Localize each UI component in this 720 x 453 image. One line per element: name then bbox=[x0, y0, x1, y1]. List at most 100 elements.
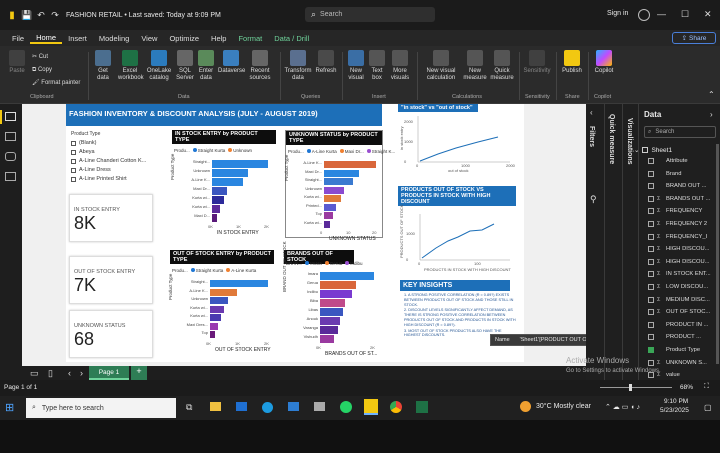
bar[interactable] bbox=[324, 203, 336, 211]
outlook-icon[interactable] bbox=[236, 402, 247, 411]
checkbox-icon[interactable] bbox=[648, 158, 654, 164]
file-explorer-icon[interactable] bbox=[210, 402, 221, 411]
data-field[interactable]: PRODUCT ... bbox=[648, 334, 701, 341]
checkbox-icon[interactable] bbox=[648, 321, 654, 328]
bar[interactable] bbox=[320, 335, 334, 343]
menu-data-drill[interactable]: Data / Drill bbox=[268, 34, 315, 43]
data-field[interactable]: Σ LOW DISCOU... bbox=[648, 284, 708, 290]
taskbar-search[interactable]: ⌕ Type here to search bbox=[26, 398, 176, 418]
onelake-button[interactable]: OneLake catalog bbox=[146, 50, 172, 82]
bar[interactable] bbox=[210, 322, 218, 330]
bar[interactable] bbox=[324, 178, 353, 185]
data-field[interactable]: Σ MEDIUM DISC... bbox=[648, 296, 710, 303]
menu-format[interactable]: Format bbox=[232, 34, 268, 43]
zoom-slider-thumb[interactable] bbox=[629, 384, 632, 391]
model-view-icon[interactable] bbox=[5, 152, 16, 161]
bar[interactable] bbox=[212, 178, 243, 186]
quick-measure-pane-tab[interactable]: Quick measure bbox=[608, 114, 615, 164]
bar[interactable] bbox=[212, 169, 248, 177]
report-view-icon[interactable] bbox=[5, 112, 16, 121]
data-field[interactable]: Σ IN STOCK ENT... bbox=[648, 271, 711, 278]
checkbox-icon[interactable] bbox=[648, 258, 654, 265]
slicer-item[interactable]: A-Line Printed Shirt bbox=[71, 176, 153, 182]
menu-insert[interactable]: Insert bbox=[62, 34, 93, 43]
whatsapp-icon[interactable] bbox=[340, 401, 352, 413]
checkbox-icon[interactable] bbox=[648, 246, 654, 253]
expand-pane-icon[interactable]: › bbox=[710, 110, 713, 119]
enter-data-button[interactable]: Enter data bbox=[197, 50, 215, 82]
checkbox-icon[interactable] bbox=[648, 347, 654, 353]
bar[interactable] bbox=[324, 169, 359, 177]
product-type-slicer[interactable]: Product Type (Blank) Abeya A-Line Chanderi… bbox=[69, 130, 153, 188]
visualizations-pane-tab[interactable]: Visualizations bbox=[626, 118, 633, 165]
checkbox-icon[interactable] bbox=[71, 176, 76, 182]
checkbox-icon[interactable] bbox=[71, 167, 76, 173]
bar[interactable] bbox=[320, 290, 352, 298]
in-stock-chart[interactable]: IN STOCK ENTRY by PRODUCT TYPE Produ... S… bbox=[170, 130, 276, 236]
bar[interactable] bbox=[324, 161, 376, 168]
excel-workbook-button[interactable]: Excel workbook bbox=[118, 50, 144, 82]
bar[interactable] bbox=[320, 272, 374, 280]
data-field[interactable]: Σ FREQUENCY 2 bbox=[648, 221, 707, 227]
bar[interactable] bbox=[210, 314, 221, 321]
checkbox-icon[interactable] bbox=[71, 149, 76, 155]
slicer-item[interactable]: (Blank) bbox=[71, 140, 153, 146]
excel-taskbar-icon[interactable] bbox=[416, 401, 428, 413]
fit-page-icon[interactable]: ⛶ bbox=[704, 383, 709, 391]
filter-icon[interactable]: ⚲ bbox=[590, 194, 597, 205]
new-visual-button[interactable]: New visual bbox=[346, 50, 366, 82]
checkbox-icon[interactable] bbox=[648, 208, 654, 215]
bar[interactable] bbox=[324, 186, 345, 194]
menu-home[interactable]: Home bbox=[30, 33, 63, 44]
bar[interactable] bbox=[210, 288, 238, 296]
brands-out-of-stock-chart[interactable]: BRANDS OUT OF STOCK BRAN... Imara Gerua Ind… bbox=[282, 241, 382, 357]
paste-button[interactable]: Paste bbox=[6, 50, 28, 75]
bar[interactable] bbox=[212, 187, 227, 195]
publish-button[interactable]: Publish bbox=[560, 50, 584, 75]
undo-icon[interactable]: ↶ bbox=[34, 10, 48, 21]
data-field[interactable]: Product Type bbox=[648, 347, 700, 353]
maximize-icon[interactable]: ☐ bbox=[681, 9, 689, 20]
checkbox-icon[interactable] bbox=[71, 158, 76, 164]
filters-pane-tab[interactable]: Filters bbox=[588, 126, 595, 147]
data-field[interactable]: Σ UNKNOWN S... bbox=[648, 359, 707, 366]
collapse-filters-icon[interactable]: ‹ bbox=[590, 108, 593, 117]
checkbox-icon[interactable] bbox=[648, 359, 654, 366]
kpi-card[interactable]: IN STOCK ENTRY 8K bbox=[69, 194, 153, 242]
checkbox-icon[interactable] bbox=[648, 195, 654, 202]
powerbi-taskbar-icon[interactable] bbox=[364, 399, 378, 415]
more-visuals-button[interactable]: More visuals bbox=[389, 50, 411, 82]
avatar-icon[interactable] bbox=[638, 9, 650, 21]
bar[interactable] bbox=[212, 214, 218, 222]
zoom-slider[interactable] bbox=[600, 387, 672, 388]
data-field[interactable]: Σ HIGH DISCOU... bbox=[648, 258, 709, 265]
slicer-item[interactable]: A-Line Dress bbox=[71, 167, 153, 173]
data-field[interactable]: Σ OUT OF STOC... bbox=[648, 309, 710, 316]
checkbox-icon[interactable] bbox=[648, 296, 654, 303]
scrollbar[interactable] bbox=[716, 144, 719, 364]
checkbox-icon[interactable] bbox=[648, 233, 654, 240]
dataverse-button[interactable]: Dataverse bbox=[218, 50, 245, 75]
checkbox-icon[interactable] bbox=[71, 140, 76, 146]
bar[interactable] bbox=[210, 280, 268, 287]
store-icon[interactable] bbox=[288, 402, 299, 411]
data-field[interactable]: BRAND OUT ... bbox=[648, 183, 706, 190]
quick-measure-button[interactable]: Quick measure bbox=[490, 50, 514, 82]
chevron-up-icon[interactable]: ⌃ bbox=[708, 90, 715, 99]
bar[interactable] bbox=[210, 297, 229, 304]
bar[interactable] bbox=[320, 326, 338, 334]
add-page-button[interactable]: + bbox=[131, 366, 147, 380]
new-visual-calculation-button[interactable]: New visual calculation bbox=[422, 50, 460, 82]
menu-modeling[interactable]: Modeling bbox=[93, 34, 135, 43]
bar[interactable] bbox=[212, 205, 220, 213]
task-view-icon[interactable]: ⧉ bbox=[186, 402, 192, 413]
copilot-button[interactable]: Copilot bbox=[592, 50, 616, 75]
kpi-card[interactable]: OUT OF STOCK ENTRY 7K bbox=[69, 256, 153, 304]
share-button[interactable]: ⇪ Share bbox=[672, 32, 716, 44]
bar[interactable] bbox=[212, 160, 268, 168]
slicer-item[interactable]: Abeya bbox=[71, 149, 153, 155]
table-sheet1[interactable]: ⌄ Sheet1 bbox=[634, 146, 672, 155]
bar[interactable] bbox=[324, 195, 342, 202]
close-icon[interactable]: ✕ bbox=[704, 9, 712, 20]
instock-vs-outofstock-chart[interactable]: "in stock" vs "out of stock" 0 1000 2000 0 1… bbox=[398, 104, 516, 174]
